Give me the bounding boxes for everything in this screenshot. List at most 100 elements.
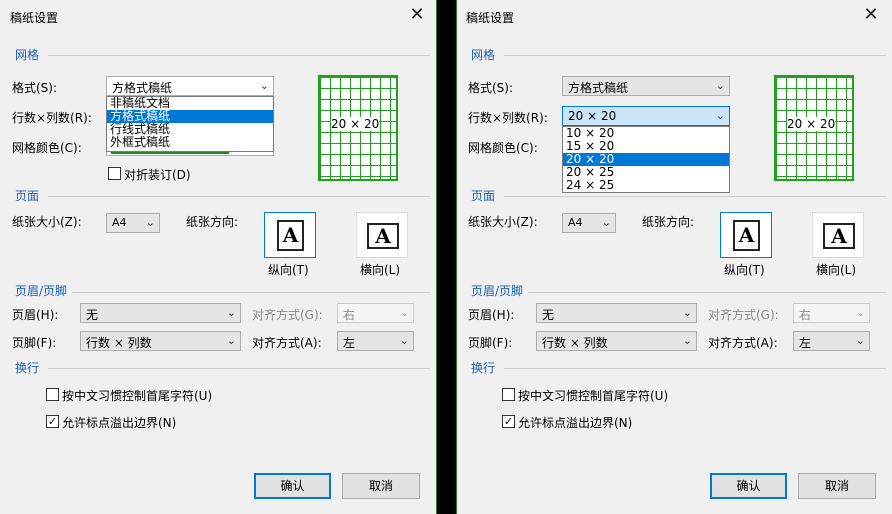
- section-page: 页面: [471, 189, 496, 203]
- footer-select-value: 行数 × 列数: [86, 336, 152, 350]
- punct-overflow-label: 允许标点溢出边界(N): [62, 416, 177, 430]
- header-select[interactable]: 无 ⌄: [80, 303, 241, 323]
- paper-size-select[interactable]: A4 ⌄: [106, 213, 160, 233]
- section-divider: [48, 55, 430, 56]
- orientation-label: 纸张方向:: [186, 215, 239, 229]
- footer-select-value: 行数 × 列数: [542, 336, 608, 350]
- chevron-down-icon: ⌄: [682, 334, 692, 347]
- rows-cols-dropdown-list[interactable]: 10 × 20 15 × 20 20 × 20 20 × 25 24 × 25: [562, 126, 730, 193]
- left-dialog: 稿纸设置 ✕ 网格 格式(S): 方格式稿纸 ⌄ 行数×列数(R): 网格颜色(…: [0, 0, 436, 514]
- section-header-footer: 页眉/页脚: [15, 284, 68, 298]
- header-select[interactable]: 无 ⌄: [536, 303, 697, 323]
- landscape-label: 横向(L): [360, 263, 401, 277]
- footer-align-value: 左: [799, 336, 812, 350]
- grid-preview-label: 20 × 20: [331, 117, 380, 131]
- window-border: [456, 0, 457, 514]
- portrait-button[interactable]: A: [720, 212, 772, 258]
- paper-size-select[interactable]: A4 ⌄: [562, 213, 616, 233]
- punct-overflow-checkbox[interactable]: ✓: [502, 415, 515, 428]
- paper-size-value: A4: [568, 216, 583, 229]
- rows-cols-label: 行数×列数(R):: [12, 111, 92, 125]
- dialog-title: 稿纸设置: [10, 11, 59, 25]
- chevron-down-icon: ⌄: [855, 306, 865, 319]
- section-divider: [504, 196, 886, 197]
- landscape-paper-icon: A: [823, 223, 855, 249]
- section-divider: [72, 292, 430, 293]
- landscape-label: 横向(L): [816, 263, 857, 277]
- grid-preview-label: 20 × 20: [787, 117, 836, 131]
- section-line-break: 换行: [15, 361, 40, 375]
- section-line-break: 换行: [471, 361, 496, 375]
- section-divider: [48, 368, 430, 369]
- section-divider: [48, 196, 430, 197]
- format-label: 格式(S):: [468, 81, 514, 95]
- footer-label: 页脚(F):: [12, 336, 57, 350]
- cjk-control-checkbox[interactable]: [502, 388, 515, 401]
- portrait-label: 纵向(T): [724, 263, 765, 277]
- dialog-title: 稿纸设置: [466, 11, 515, 25]
- portrait-paper-icon: A: [277, 220, 304, 251]
- section-header-footer: 页眉/页脚: [471, 284, 524, 298]
- format-option[interactable]: 外框式稿纸: [107, 136, 273, 149]
- footer-align-select[interactable]: 左 ⌄: [793, 331, 870, 351]
- chevron-down-icon: ⌄: [715, 79, 725, 92]
- chevron-down-icon: ⌄: [259, 79, 269, 92]
- cancel-button[interactable]: 取消: [798, 473, 876, 499]
- orientation-label: 纸张方向:: [642, 215, 695, 229]
- section-grid: 网格: [471, 48, 496, 62]
- grid-color-label: 网格颜色(C):: [468, 141, 538, 155]
- close-icon[interactable]: ✕: [405, 4, 429, 28]
- chevron-down-icon: ⌄: [226, 334, 236, 347]
- header-label: 页眉(H):: [468, 308, 515, 322]
- format-dropdown-list[interactable]: 非稿纸文档 方格式稿纸 行线式稿纸 外框式稿纸: [106, 96, 274, 152]
- footer-align-value: 左: [343, 336, 356, 350]
- section-page: 页面: [15, 189, 40, 203]
- landscape-button[interactable]: A: [812, 212, 864, 258]
- rows-cols-label: 行数×列数(R):: [468, 111, 548, 125]
- footer-select[interactable]: 行数 × 列数 ⌄: [536, 331, 697, 351]
- close-icon[interactable]: ✕: [859, 4, 883, 28]
- header-label: 页眉(H):: [12, 308, 59, 322]
- rows-cols-select[interactable]: 20 × 20 ⌄: [562, 106, 730, 126]
- format-select[interactable]: 方格式稿纸 ⌄: [562, 76, 730, 96]
- chevron-down-icon: ⌄: [715, 109, 725, 122]
- landscape-button[interactable]: A: [356, 212, 408, 258]
- punct-overflow-checkbox[interactable]: ✓: [46, 415, 59, 428]
- section-grid: 网格: [15, 48, 40, 62]
- header-align-label: 对齐方式(G):: [252, 308, 323, 322]
- format-select[interactable]: 方格式稿纸 ⌄: [106, 76, 274, 96]
- ok-button[interactable]: 确认: [254, 473, 331, 499]
- format-select-value: 方格式稿纸: [112, 81, 173, 95]
- header-align-select[interactable]: 右 ⌄: [337, 303, 414, 323]
- rows-cols-option[interactable]: 24 × 25: [563, 179, 729, 192]
- chevron-down-icon: ⌄: [399, 334, 409, 347]
- ok-button[interactable]: 确认: [710, 473, 787, 499]
- footer-align-label: 对齐方式(A):: [252, 336, 322, 350]
- footer-select[interactable]: 行数 × 列数 ⌄: [80, 331, 241, 351]
- chevron-down-icon: ⌄: [601, 216, 611, 229]
- header-select-value: 无: [86, 308, 99, 322]
- portrait-paper-icon: A: [733, 220, 760, 251]
- paper-size-value: A4: [112, 216, 127, 229]
- header-align-select[interactable]: 右 ⌄: [793, 303, 870, 323]
- cjk-control-checkbox[interactable]: [46, 388, 59, 401]
- grid-color-label: 网格颜色(C):: [12, 141, 82, 155]
- portrait-label: 纵向(T): [268, 263, 309, 277]
- section-divider: [504, 55, 886, 56]
- cancel-button[interactable]: 取消: [342, 473, 420, 499]
- footer-align-select[interactable]: 左 ⌄: [337, 331, 414, 351]
- header-align-value: 右: [343, 308, 356, 322]
- chevron-down-icon: ⌄: [855, 334, 865, 347]
- format-label: 格式(S):: [12, 81, 58, 95]
- fold-binding-checkbox[interactable]: [108, 167, 121, 180]
- chevron-down-icon: ⌄: [226, 306, 236, 319]
- fold-binding-label: 对折装订(D): [124, 168, 191, 182]
- portrait-button[interactable]: A: [264, 212, 316, 258]
- window-border: [436, 0, 437, 514]
- footer-label: 页脚(F):: [468, 336, 513, 350]
- cjk-control-label: 按中文习惯控制首尾字符(U): [518, 389, 669, 403]
- chevron-down-icon: ⌄: [399, 306, 409, 319]
- punct-overflow-label: 允许标点溢出边界(N): [518, 416, 633, 430]
- header-align-label: 对齐方式(G):: [708, 308, 779, 322]
- header-align-value: 右: [799, 308, 812, 322]
